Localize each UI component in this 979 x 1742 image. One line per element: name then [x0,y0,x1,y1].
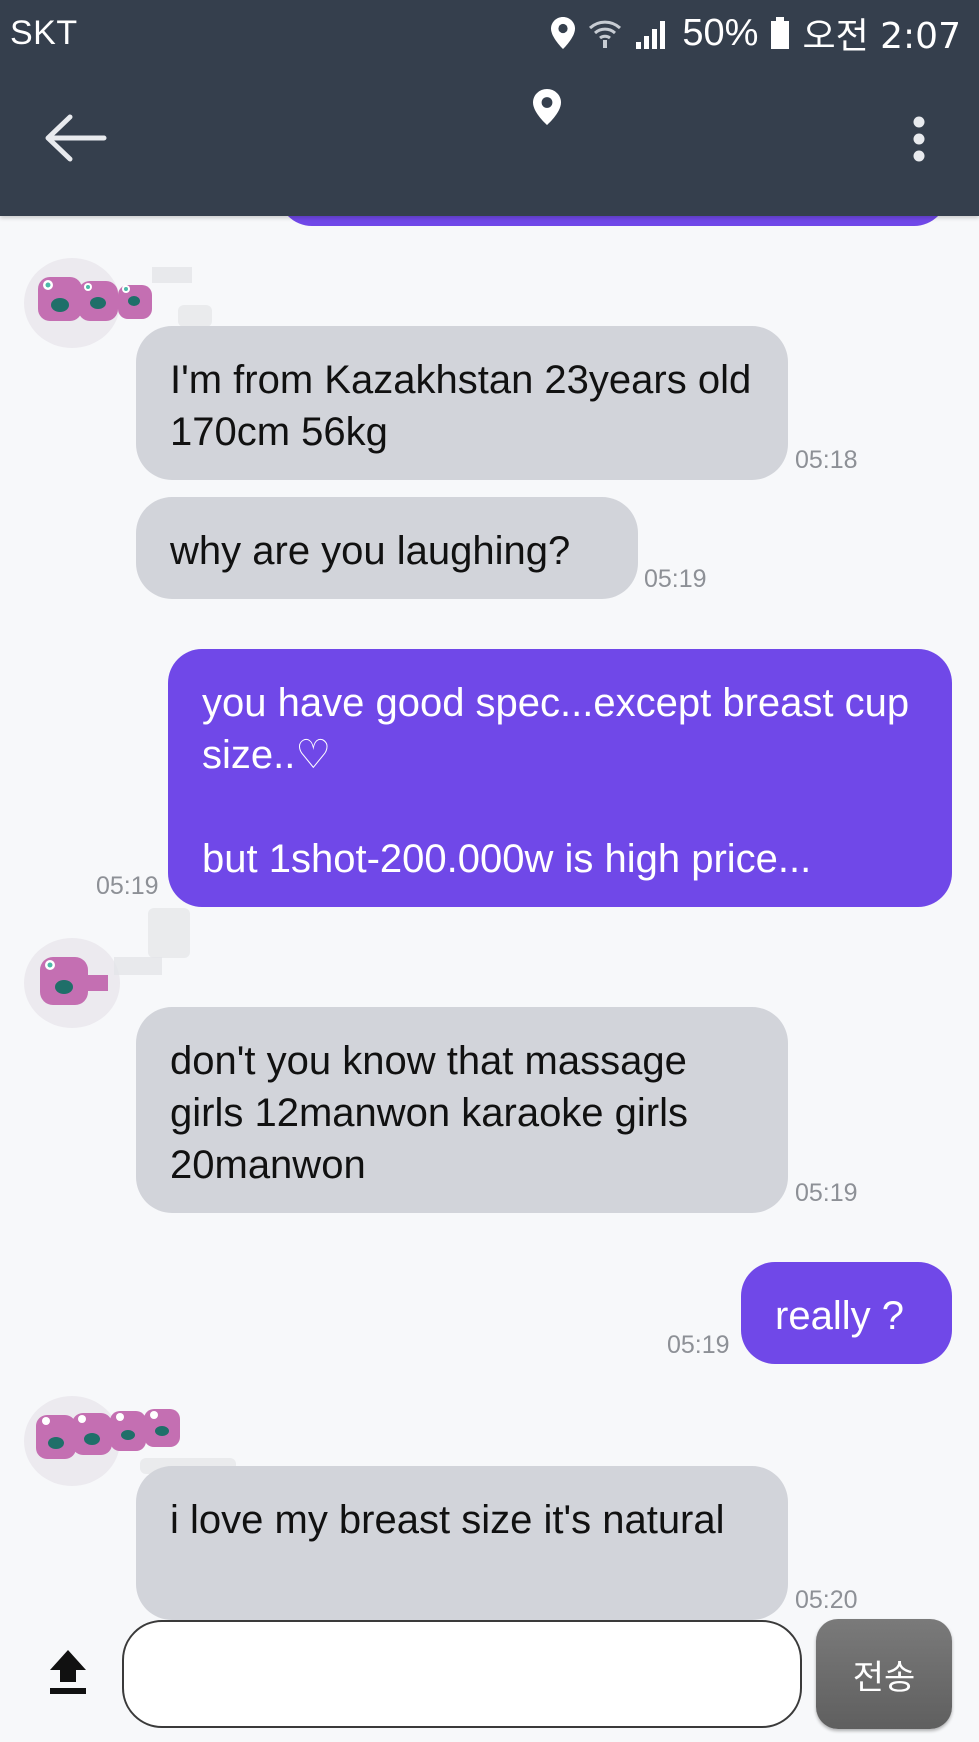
send-button[interactable]: 전송 [816,1619,952,1729]
wifi-icon [589,20,622,48]
message-input[interactable] [122,1620,802,1728]
message-bubble-incoming: don't you know that massage girls 12manw… [136,1007,788,1213]
blurred-name [178,305,212,327]
location-status-icon [551,17,576,49]
message-time: 05:20 [795,1586,858,1614]
message-bubble-incoming: i love my breast size it's natural [136,1466,788,1620]
status-icons: 50% 오전 2:07 [550,10,961,57]
clock: 오전 2:07 [802,16,961,57]
status-bar: SKT 50% 오전 2:07 [0,0,979,66]
message-bubble-incoming: I'm from Kazakhstan 23years old 170cm 56… [136,326,788,480]
app-header: SKT 50% 오전 2:07 [0,0,979,216]
signal-icon [636,21,666,49]
app-bar [0,66,979,216]
message-time: 05:18 [795,446,858,474]
message-bubble-outgoing: you have good spec...except breast cup s… [168,649,952,907]
message-bubble-incoming: why are you laughing? [136,497,638,599]
message-bubble-outgoing: really ? [741,1262,952,1364]
upload-icon[interactable] [46,1648,90,1696]
chat-screen: I'm from Kazakhstan 23years old 170cm 56… [0,0,979,1742]
message-time: 05:19 [96,872,159,900]
battery-icon [771,17,790,49]
more-vert-icon[interactable] [902,116,936,162]
location-pin-icon[interactable] [532,88,562,126]
carrier-label: SKT [10,14,78,52]
message-time: 05:19 [667,1331,730,1359]
message-time: 05:19 [644,565,707,593]
message-list[interactable]: I'm from Kazakhstan 23years old 170cm 56… [0,0,979,1742]
battery-percent: 50% [682,11,759,54]
arrow-left-icon[interactable] [42,112,108,164]
message-time: 05:19 [795,1179,858,1207]
